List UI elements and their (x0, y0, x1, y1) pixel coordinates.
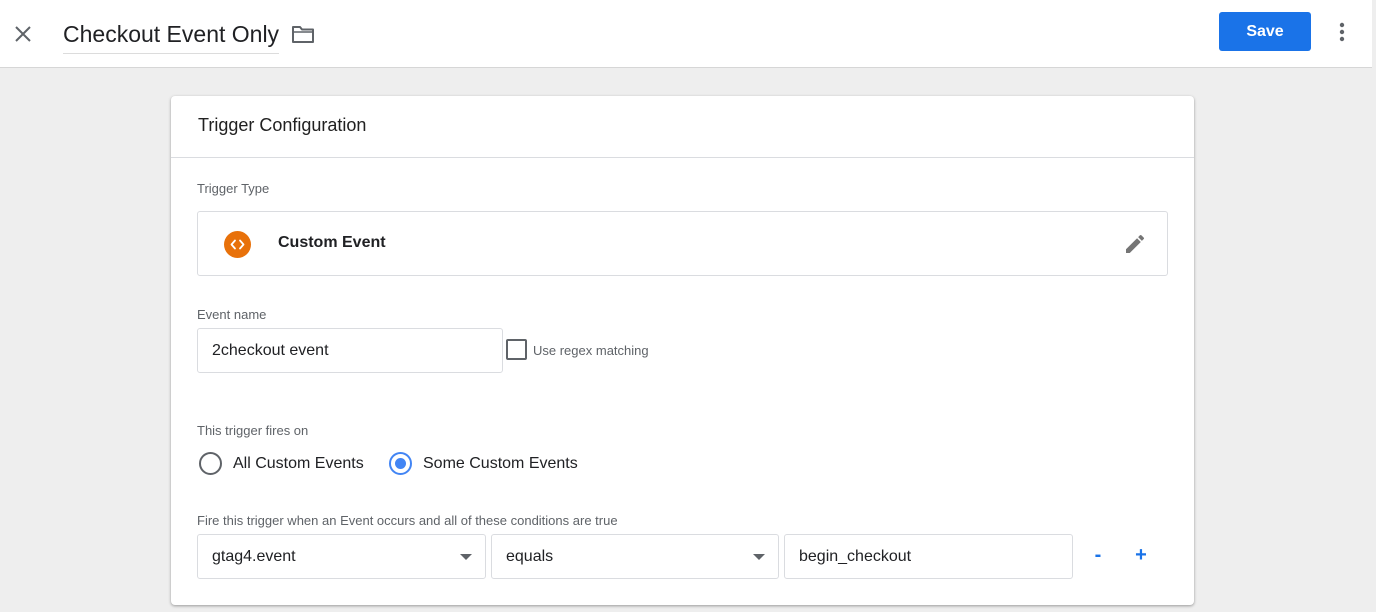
folder-icon (292, 26, 314, 43)
radio-label-all-custom-events[interactable]: All Custom Events (233, 455, 364, 473)
radio-label-some-custom-events[interactable]: Some Custom Events (423, 455, 578, 473)
condition-variable-value: gtag4.event (212, 548, 296, 565)
event-name-input[interactable]: 2checkout event (197, 328, 503, 373)
trigger-configuration-card: Trigger Configuration Trigger Type Custo… (171, 96, 1194, 605)
condition-variable-select[interactable]: gtag4.event (197, 534, 486, 579)
card-title: Trigger Configuration (198, 115, 367, 135)
condition-operator-select[interactable]: equals (491, 534, 779, 579)
condition-value-input[interactable]: begin_checkout (784, 534, 1073, 579)
fires-on-label: This trigger fires on (197, 423, 309, 438)
folder-button[interactable] (288, 20, 318, 48)
condition-operator-value: equals (506, 548, 554, 565)
title-field[interactable]: Checkout Event Only (63, 14, 280, 54)
trigger-type-name: Custom Event (278, 234, 386, 251)
trigger-type-selector[interactable]: Custom Event (197, 211, 1168, 276)
custom-event-code-icon (224, 231, 251, 258)
dropdown-caret-icon (753, 554, 765, 560)
more-vert-icon (1339, 22, 1345, 42)
radio-all-custom-events[interactable] (199, 452, 222, 475)
event-name-label: Event name (197, 307, 267, 322)
save-button[interactable]: Save (1219, 12, 1311, 51)
regex-checkbox[interactable] (506, 339, 527, 360)
add-condition-button[interactable]: + (1128, 542, 1154, 568)
conditions-label: Fire this trigger when an Event occurs a… (197, 513, 618, 528)
edit-pencil-icon[interactable] (1123, 232, 1147, 256)
more-options-button[interactable] (1328, 16, 1356, 48)
page-title: Checkout Event Only (63, 20, 280, 47)
radio-some-custom-events[interactable] (389, 452, 412, 475)
close-button[interactable] (6, 17, 40, 51)
dropdown-caret-icon (460, 554, 472, 560)
trigger-type-label: Trigger Type (197, 181, 270, 196)
regex-label: Use regex matching (533, 343, 649, 358)
top-bar: Checkout Event Only Save (0, 0, 1372, 68)
card-header: Trigger Configuration (171, 96, 1194, 158)
close-icon (15, 26, 31, 42)
remove-condition-button[interactable]: - (1085, 542, 1111, 568)
